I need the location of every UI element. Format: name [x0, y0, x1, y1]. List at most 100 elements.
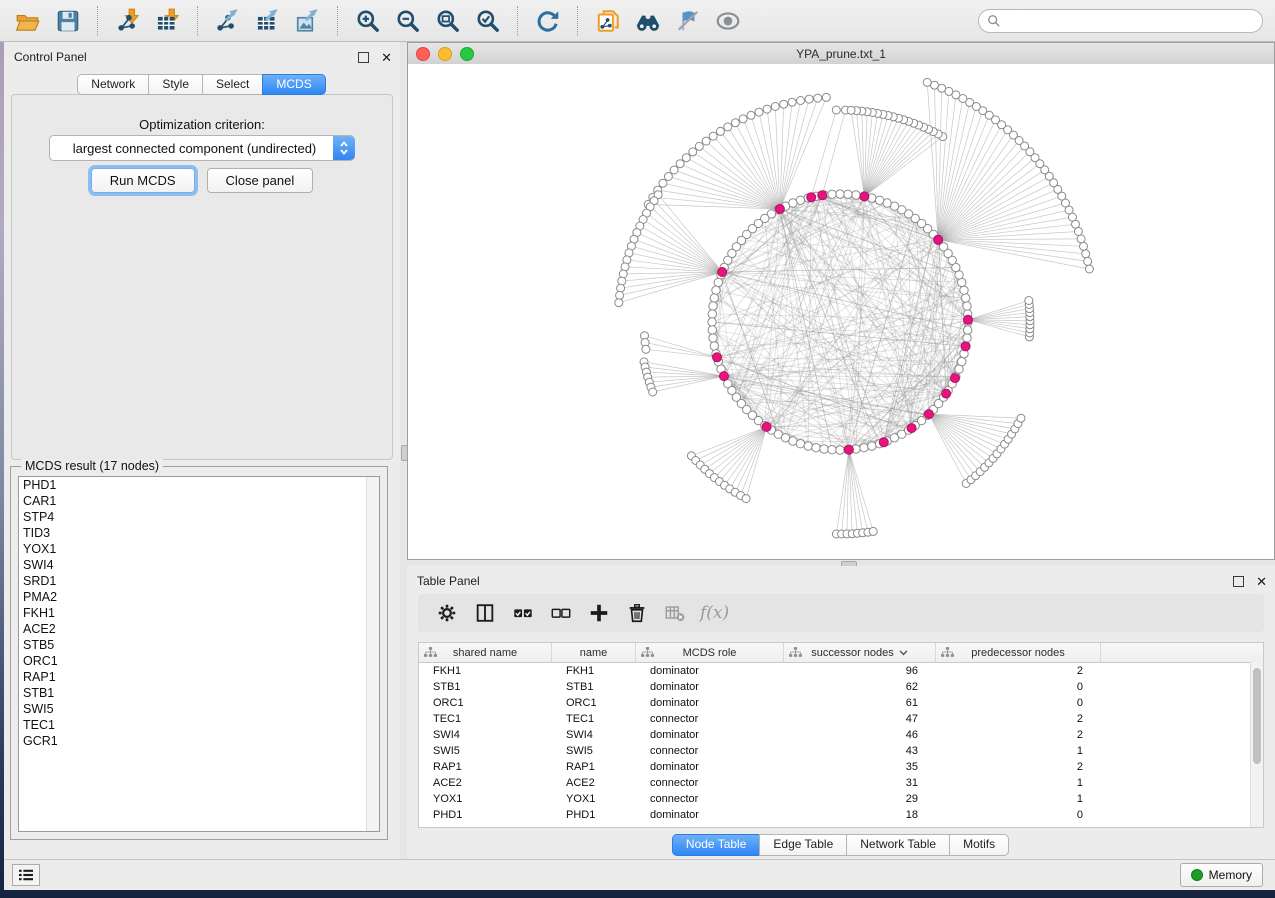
network-node[interactable] — [642, 345, 650, 353]
tab-edge-table[interactable]: Edge Table — [759, 834, 847, 856]
network-graph[interactable] — [408, 64, 1274, 559]
network-node[interactable] — [780, 100, 788, 108]
mcds-list-scrollbar[interactable] — [366, 477, 379, 831]
column-header-MCDS-role[interactable]: MCDS role — [636, 643, 784, 662]
table-row[interactable]: YOX1YOX1connector291 — [419, 791, 1263, 807]
network-node[interactable] — [1074, 228, 1082, 236]
network-node[interactable] — [763, 105, 771, 113]
mcds-result-item[interactable]: CAR1 — [19, 493, 379, 509]
network-node[interactable] — [1082, 250, 1090, 258]
mcds-result-item[interactable]: YOX1 — [19, 541, 379, 557]
float-panel-icon[interactable] — [358, 52, 369, 63]
save-session-button[interactable] — [51, 5, 85, 37]
network-node[interactable] — [797, 97, 805, 105]
network-node[interactable] — [713, 353, 722, 362]
column-layout-button[interactable] — [470, 598, 500, 628]
first-neighbors-button[interactable] — [631, 5, 665, 37]
network-node[interactable] — [958, 357, 966, 365]
network-node[interactable] — [670, 166, 678, 174]
hide-graphics-details-button[interactable] — [671, 5, 705, 37]
network-node[interactable] — [942, 389, 951, 398]
zoom-in-button[interactable] — [351, 5, 385, 37]
show-graphics-details-button[interactable] — [711, 5, 745, 37]
mcds-result-item[interactable]: ORC1 — [19, 653, 379, 669]
mcds-result-item[interactable]: PHD1 — [19, 477, 379, 493]
table-row[interactable]: FKH1FKH1dominator962 — [419, 663, 1263, 679]
network-node[interactable] — [868, 442, 876, 450]
table-row[interactable]: SWI5SWI5connector431 — [419, 743, 1263, 759]
network-node[interactable] — [963, 334, 971, 342]
network-node[interactable] — [709, 302, 717, 310]
optimization-criterion-select[interactable]: largest connected component (undirected) — [49, 135, 355, 161]
network-node[interactable] — [820, 445, 828, 453]
network-node[interactable] — [828, 446, 836, 454]
network-node[interactable] — [804, 442, 812, 450]
network-node[interactable] — [747, 111, 755, 119]
network-node[interactable] — [762, 422, 771, 431]
mcds-result-item[interactable]: TID3 — [19, 525, 379, 541]
network-node[interactable] — [708, 310, 716, 318]
network-node[interactable] — [649, 388, 657, 396]
import-network-button[interactable] — [111, 5, 145, 37]
refresh-button[interactable] — [531, 5, 565, 37]
tab-network-table[interactable]: Network Table — [846, 834, 950, 856]
tab-style[interactable]: Style — [148, 74, 203, 95]
network-node[interactable] — [961, 342, 970, 351]
create-column-button[interactable] — [584, 598, 614, 628]
mcds-result-item[interactable]: SRD1 — [19, 573, 379, 589]
network-node[interactable] — [960, 286, 968, 294]
network-node[interactable] — [807, 193, 816, 202]
network-node[interactable] — [844, 190, 852, 198]
network-node[interactable] — [828, 190, 836, 198]
network-node[interactable] — [860, 444, 868, 452]
zoom-selected-button[interactable] — [471, 5, 505, 37]
run-mcds-button[interactable]: Run MCDS — [91, 168, 195, 193]
network-node[interactable] — [1085, 265, 1093, 273]
mcds-result-item[interactable]: FKH1 — [19, 605, 379, 621]
table-row[interactable]: RAP1RAP1dominator352 — [419, 759, 1263, 775]
tab-motifs[interactable]: Motifs — [949, 834, 1009, 856]
network-node[interactable] — [617, 284, 625, 292]
network-node[interactable] — [964, 315, 973, 324]
network-node[interactable] — [702, 137, 710, 145]
network-node[interactable] — [822, 93, 830, 101]
network-node[interactable] — [879, 438, 888, 447]
network-node[interactable] — [708, 326, 716, 334]
mcds-result-item[interactable]: TEC1 — [19, 717, 379, 733]
float-panel-icon[interactable] — [1233, 576, 1244, 587]
mcds-result-item[interactable]: STB5 — [19, 637, 379, 653]
network-node[interactable] — [852, 191, 860, 199]
mcds-result-list[interactable]: PHD1CAR1STP4TID3YOX1SWI4SRD1PMA2FKH1ACE2… — [18, 476, 380, 832]
table-row[interactable]: TEC1TEC1connector472 — [419, 711, 1263, 727]
scrollbar-thumb[interactable] — [1253, 668, 1261, 764]
network-node[interactable] — [718, 268, 727, 277]
column-header-predecessor-nodes[interactable]: predecessor nodes — [936, 643, 1101, 662]
network-node[interactable] — [924, 410, 933, 419]
export-image-button[interactable] — [291, 5, 325, 37]
close-panel-button[interactable]: Close panel — [207, 168, 314, 193]
export-network-button[interactable] — [211, 5, 245, 37]
network-node[interactable] — [1017, 414, 1025, 422]
network-node[interactable] — [818, 191, 827, 200]
network-node[interactable] — [964, 326, 972, 334]
network-node[interactable] — [963, 302, 971, 310]
table-row[interactable]: ORC1ORC1dominator610 — [419, 695, 1263, 711]
network-node[interactable] — [836, 190, 844, 198]
network-node[interactable] — [788, 98, 796, 106]
open-file-button[interactable] — [11, 5, 45, 37]
network-node[interactable] — [1084, 257, 1092, 265]
network-node[interactable] — [1080, 242, 1088, 250]
column-header-shared-name[interactable]: shared name — [419, 643, 552, 662]
network-node[interactable] — [720, 372, 729, 381]
table-row[interactable]: SWI4SWI4dominator462 — [419, 727, 1263, 743]
mcds-result-item[interactable]: SWI4 — [19, 557, 379, 573]
tab-mcds[interactable]: MCDS — [262, 74, 325, 95]
network-node[interactable] — [616, 291, 624, 299]
network-node[interactable] — [775, 205, 784, 214]
zoom-fit-button[interactable] — [431, 5, 465, 37]
network-node[interactable] — [739, 115, 747, 123]
network-node[interactable] — [860, 192, 869, 201]
network-node[interactable] — [934, 235, 943, 244]
mcds-result-item[interactable]: PMA2 — [19, 589, 379, 605]
tab-select[interactable]: Select — [202, 74, 263, 95]
